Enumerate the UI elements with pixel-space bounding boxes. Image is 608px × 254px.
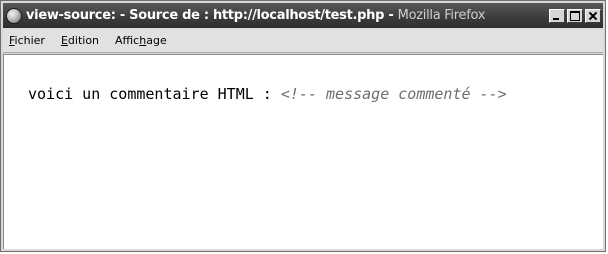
- source-text: voici un commentaire HTML :: [28, 85, 281, 103]
- source-view[interactable]: voici un commentaire HTML : <!-- message…: [3, 54, 603, 249]
- title-bar[interactable]: view-source: - Source de : http://localh…: [3, 3, 603, 28]
- window-title: view-source: - Source de : http://localh…: [26, 8, 547, 23]
- menu-bar: Fichier Edition Affichage: [3, 29, 603, 53]
- minimize-icon[interactable]: [549, 8, 565, 23]
- menu-fichier[interactable]: Fichier: [3, 34, 53, 47]
- window-title-app: Mozilla Firefox: [397, 8, 486, 23]
- maximize-icon[interactable]: [567, 8, 583, 23]
- html-comment: <!-- message commenté -->: [280, 85, 507, 103]
- menu-edition[interactable]: Edition: [53, 34, 107, 47]
- close-icon[interactable]: [585, 8, 601, 23]
- window-title-prefix: view-source: - Source de : http://localh…: [26, 8, 398, 23]
- browser-window: view-source: - Source de : http://localh…: [0, 0, 606, 252]
- firefox-icon[interactable]: [6, 7, 22, 24]
- menu-affichage[interactable]: Affichage: [107, 34, 175, 47]
- window-controls: [547, 8, 601, 23]
